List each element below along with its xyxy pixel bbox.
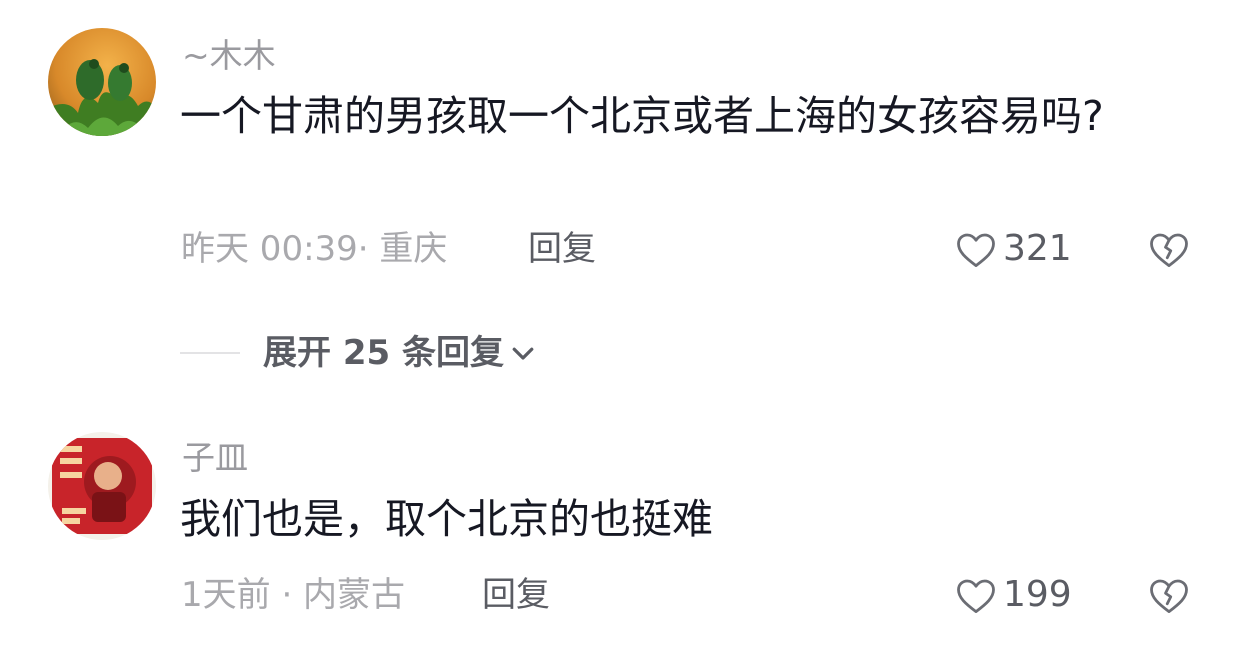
dislike-button[interactable] bbox=[1148, 229, 1190, 273]
expand-replies-button[interactable]: 展开 25 条回复 bbox=[263, 333, 538, 373]
reply-button[interactable]: 回复 bbox=[528, 229, 596, 269]
avatar[interactable] bbox=[48, 432, 156, 540]
like-button[interactable]: 199 bbox=[955, 575, 1072, 615]
avatar-image bbox=[48, 28, 156, 136]
comment-username[interactable]: 子皿 bbox=[182, 438, 248, 478]
chevron-down-icon bbox=[512, 347, 534, 360]
comment-text: 我们也是，取个北京的也挺难 bbox=[180, 495, 713, 543]
comment-meta: 昨天 00:39· 重庆 bbox=[181, 229, 448, 269]
reply-button[interactable]: 回复 bbox=[482, 575, 550, 615]
expand-replies-label: 展开 25 条回复 bbox=[263, 333, 504, 373]
like-button[interactable]: 321 bbox=[955, 229, 1072, 269]
heart-outline-icon bbox=[957, 579, 995, 614]
broken-heart-icon bbox=[1150, 233, 1188, 268]
like-count: 199 bbox=[1003, 574, 1072, 615]
broken-heart-icon bbox=[1150, 579, 1188, 614]
comment-meta: 1天前 · 内蒙古 bbox=[181, 575, 406, 615]
expand-divider bbox=[180, 352, 240, 354]
comment-username[interactable]: ~木木 bbox=[182, 36, 276, 76]
like-count: 321 bbox=[1003, 228, 1072, 269]
heart-outline-icon bbox=[957, 233, 995, 268]
dislike-button[interactable] bbox=[1148, 575, 1190, 619]
comment-text: 一个甘肃的男孩取一个北京或者上海的女孩容易吗? bbox=[180, 92, 1104, 140]
avatar[interactable] bbox=[48, 28, 156, 136]
avatar-image bbox=[48, 432, 156, 540]
